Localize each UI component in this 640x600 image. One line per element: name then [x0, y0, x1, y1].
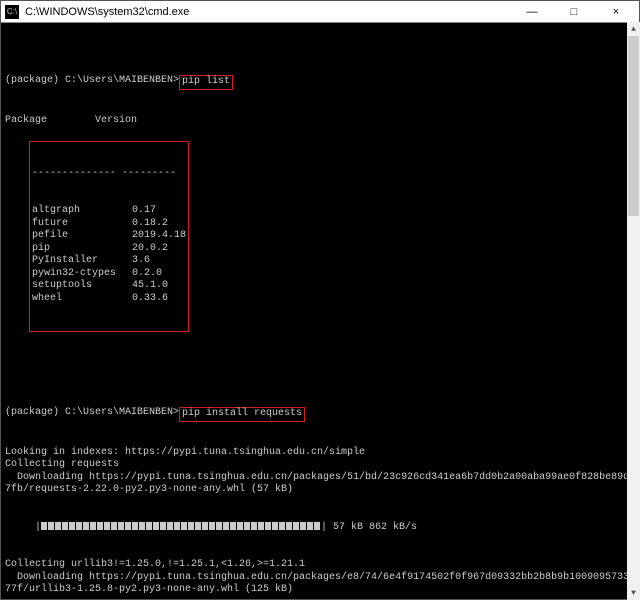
pip-install-cmd: pip install requests	[179, 407, 305, 422]
window-buttons: — □ ×	[517, 6, 635, 18]
pkg-name: pip	[32, 243, 132, 256]
output-line: Collecting requests	[5, 459, 635, 472]
pkg-row: altgraph0.17	[32, 205, 186, 218]
titlebar[interactable]: C:\ C:\WINDOWS\system32\cmd.exe — □ ×	[1, 1, 639, 23]
output-line: 77f/urllib3-1.25.8-py2.py3-none-any.whl …	[5, 584, 635, 597]
pkg-divider: -------------- ---------	[32, 168, 186, 181]
terminal-output[interactable]: (package) C:\Users\MAIBENBEN> pip list P…	[1, 23, 639, 599]
pip-list-cmd: pip list	[179, 75, 233, 90]
pkg-name: pefile	[32, 230, 132, 243]
pkg-version: 20.0.2	[132, 243, 186, 256]
maximize-button[interactable]: □	[559, 6, 589, 18]
prompt: (package) C:\Users\MAIBENBEN>	[5, 407, 179, 420]
pkg-row: pywin32-ctypes0.2.0	[32, 268, 186, 281]
output-line: Downloading https://pypi.tuna.tsinghua.e…	[5, 472, 635, 485]
window-title: C:\WINDOWS\system32\cmd.exe	[25, 6, 517, 18]
close-button[interactable]: ×	[601, 6, 631, 18]
pkg-row: wheel0.33.6	[32, 293, 186, 306]
progress-bar: | | 57 kB 862 kB/s	[5, 522, 635, 535]
pkg-version: 3.6	[132, 255, 186, 268]
bar-stats: 57 kB 862 kB/s	[333, 522, 417, 535]
pkg-header: Package Version	[5, 115, 635, 128]
pkg-table-1: altgraph0.17future0.18.2pefile2019.4.18p…	[32, 205, 186, 305]
pkg-version: 0.33.6	[132, 293, 186, 306]
minimize-button[interactable]: —	[517, 6, 547, 18]
pkg-version: 0.18.2	[132, 218, 186, 231]
pkg-version: 0.17	[132, 205, 186, 218]
pkg-row: setuptools45.1.0	[32, 280, 186, 293]
pkg-name: future	[32, 218, 132, 231]
pkg-version: 45.1.0	[132, 280, 186, 293]
pkg-version: 2019.4.18	[132, 230, 186, 243]
scroll-up-button[interactable]: ▲	[627, 22, 640, 36]
pkg-row: future0.18.2	[32, 218, 186, 231]
install-output: Collecting urllib3!=1.25.0,!=1.25.1,<1.2…	[5, 559, 635, 597]
scrollbar[interactable]: ▲ ▼	[627, 22, 640, 600]
output-line: 7fb/requests-2.22.0-py2.py3-none-any.whl…	[5, 484, 635, 497]
prompt: (package) C:\Users\MAIBENBEN>	[5, 75, 179, 88]
prompt-line: (package) C:\Users\MAIBENBEN> pip instal…	[5, 407, 635, 422]
prompt-line: (package) C:\Users\MAIBENBEN> pip list	[5, 75, 635, 90]
pkg-name: PyInstaller	[32, 255, 132, 268]
cmd-icon: C:\	[5, 5, 19, 19]
pkg-row: pip20.0.2	[32, 243, 186, 256]
output-line: Downloading https://pypi.tuna.tsinghua.e…	[5, 572, 635, 585]
pkg-row: pefile2019.4.18	[32, 230, 186, 243]
pkg-name: altgraph	[32, 205, 132, 218]
pkg-row: PyInstaller3.6	[32, 255, 186, 268]
scroll-track[interactable]	[627, 36, 640, 586]
scroll-thumb[interactable]	[628, 36, 639, 216]
output-line: Looking in indexes: https://pypi.tuna.ts…	[5, 447, 635, 460]
cmd-window: C:\ C:\WINDOWS\system32\cmd.exe — □ × (p…	[0, 0, 640, 600]
pkg-name: pywin32-ctypes	[32, 268, 132, 281]
pip-list-output-box: -------------- --------- altgraph0.17fut…	[29, 141, 189, 333]
output-line: Collecting urllib3!=1.25.0,!=1.25.1,<1.2…	[5, 559, 635, 572]
pkg-name: wheel	[32, 293, 132, 306]
pkg-version: 0.2.0	[132, 268, 186, 281]
bar-track	[41, 522, 321, 535]
install-output: Looking in indexes: https://pypi.tuna.ts…	[5, 447, 635, 497]
pkg-name: setuptools	[32, 280, 132, 293]
scroll-down-button[interactable]: ▼	[627, 586, 640, 600]
